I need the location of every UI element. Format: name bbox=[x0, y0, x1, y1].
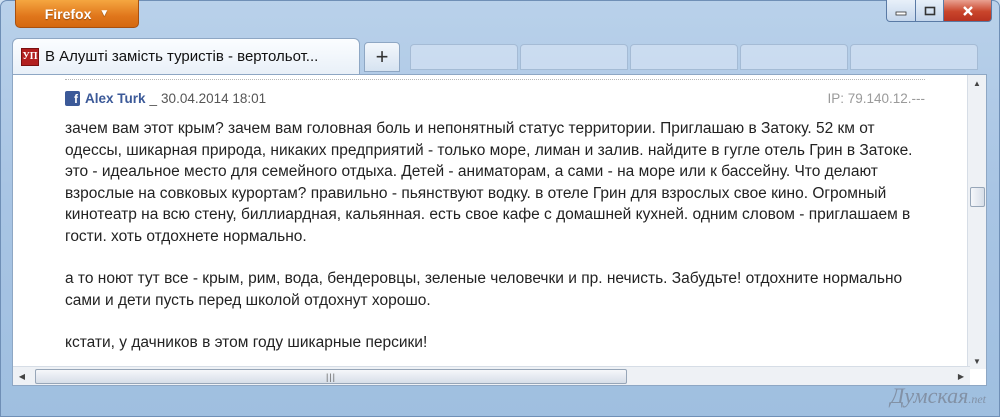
browser-window: Firefox ▼ УП В Алушті замість туристів -… bbox=[0, 0, 1000, 417]
vertical-scrollbar[interactable]: ▲ ▼ bbox=[967, 75, 986, 369]
watermark-logo: Думская.net bbox=[890, 383, 986, 409]
comment-author[interactable]: Alex Turk bbox=[85, 91, 146, 106]
horizontal-scrollbar[interactable]: ◀ ||| ▶ bbox=[13, 366, 970, 385]
facebook-icon: f bbox=[65, 90, 80, 106]
comment-body: зачем вам этот крым? зачем вам головная … bbox=[65, 118, 925, 354]
plus-icon: + bbox=[375, 44, 389, 69]
window-controls bbox=[886, 0, 992, 22]
horizontal-scroll-thumb[interactable]: ||| bbox=[35, 369, 627, 384]
close-button[interactable] bbox=[944, 0, 992, 22]
comment-divider-top bbox=[65, 79, 925, 80]
comment-paragraph: кстати, у дачников в этом году шикарные … bbox=[65, 334, 428, 351]
comment-date: 30.04.2014 18:01 bbox=[161, 90, 267, 106]
comment-paragraph: а то ноют тут все - крым, рим, вода, бен… bbox=[65, 270, 903, 309]
tab-title: В Алушті замість туристів - вертольот... bbox=[45, 48, 319, 65]
background-tab[interactable] bbox=[630, 44, 738, 70]
background-tab[interactable] bbox=[850, 44, 978, 70]
firefox-menu-label: Firefox bbox=[44, 5, 92, 22]
minimize-button[interactable] bbox=[886, 0, 916, 22]
background-tab[interactable] bbox=[520, 44, 628, 70]
maximize-button[interactable] bbox=[916, 0, 944, 22]
comment: f Alex Turk _ 30.04.2014 18:01 IP: 79.14… bbox=[65, 89, 925, 375]
tab-strip: УП В Алушті замість туристів - вертольот… bbox=[12, 34, 988, 74]
firefox-menu-button[interactable]: Firefox ▼ bbox=[15, 0, 139, 28]
scroll-up-icon[interactable]: ▲ bbox=[968, 75, 986, 91]
chevron-down-icon: ▼ bbox=[99, 8, 110, 19]
tab-active[interactable]: УП В Алушті замість туристів - вертольот… bbox=[12, 38, 360, 74]
comment-header: f Alex Turk _ 30.04.2014 18:01 IP: 79.14… bbox=[65, 89, 925, 107]
scroll-left-icon[interactable]: ◀ bbox=[13, 367, 31, 385]
background-tab[interactable] bbox=[410, 44, 518, 70]
new-tab-button[interactable]: + bbox=[364, 42, 400, 72]
maximize-icon bbox=[924, 6, 935, 15]
comment-ip: IP: 79.140.12.--- bbox=[827, 90, 925, 106]
comment-paragraph: зачем вам этот крым? зачем вам головная … bbox=[65, 120, 913, 245]
vertical-scroll-thumb[interactable] bbox=[970, 187, 985, 207]
author-separator: _ bbox=[149, 90, 158, 106]
minimize-icon bbox=[895, 11, 907, 15]
page-content: f Alex Turk _ 30.04.2014 18:01 IP: 79.14… bbox=[12, 74, 987, 386]
scroll-down-icon[interactable]: ▼ bbox=[968, 353, 986, 369]
watermark-text: Думская bbox=[890, 383, 969, 408]
site-favicon-icon: УП bbox=[21, 47, 39, 66]
close-icon bbox=[962, 5, 973, 16]
watermark-suffix: .net bbox=[968, 392, 986, 406]
background-tab[interactable] bbox=[740, 44, 848, 70]
